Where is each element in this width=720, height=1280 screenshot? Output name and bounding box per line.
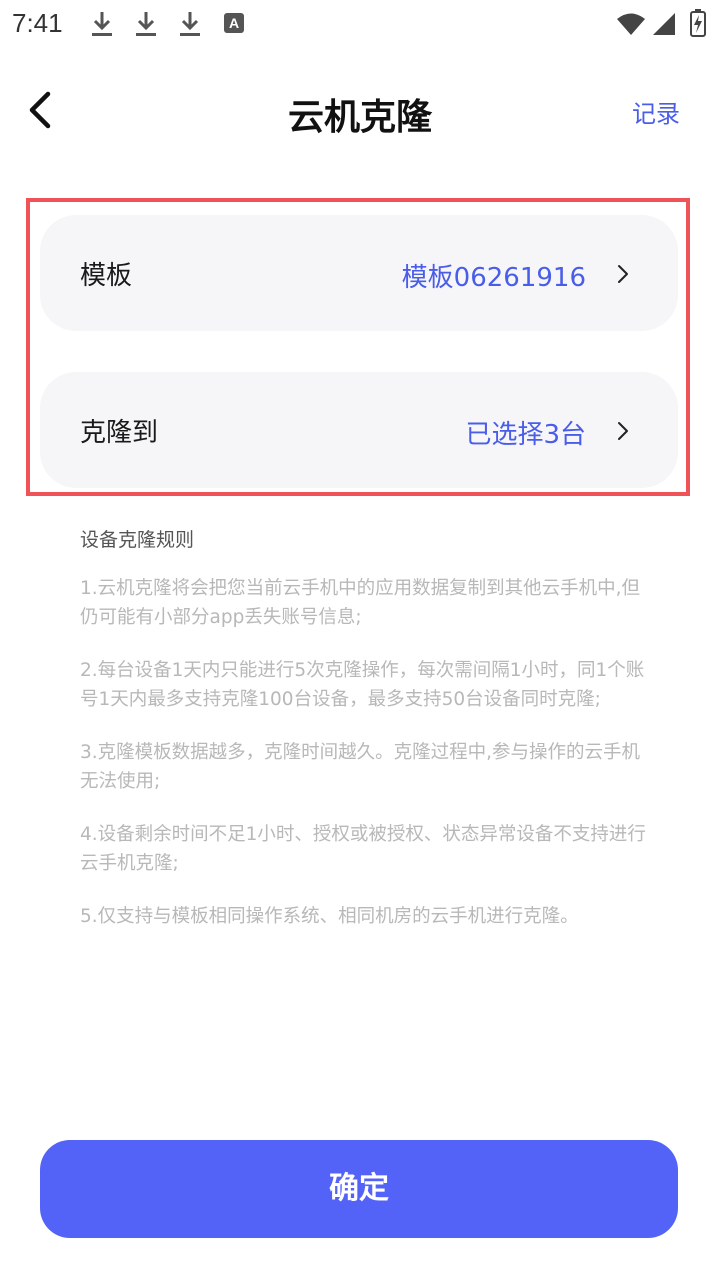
wifi-icon <box>617 13 645 35</box>
battery-charging-icon <box>690 9 706 37</box>
a-notification-icon: A <box>224 13 244 33</box>
template-row[interactable]: 模板 模板06261916 <box>40 215 678 331</box>
chevron-right-icon <box>618 265 628 283</box>
template-label: 模板 <box>80 261 133 291</box>
clone-to-label: 克隆到 <box>80 418 159 448</box>
rule-item: 5.仅支持与模板相同操作系统、相同机房的云手机进行克隆。 <box>80 906 579 927</box>
download-icon <box>136 12 156 36</box>
page-title: 云机克隆 <box>287 97 432 138</box>
rule-item: 1.云机克隆将会把您当前云手机中的应用数据复制到其他云手机中,但仍可能有小部分a… <box>80 578 641 628</box>
download-icon <box>180 12 200 36</box>
template-value: 模板06261916 <box>401 263 586 293</box>
rule-item: 4.设备剩余时间不足1小时、授权或被授权、状态异常设备不支持进行云手机克隆; <box>80 824 646 874</box>
clone-to-value: 已选择3台 <box>465 420 586 450</box>
rules-title: 设备克隆规则 <box>80 529 195 551</box>
confirm-button[interactable]: 确定 <box>40 1140 678 1238</box>
chevron-right-icon <box>618 422 628 440</box>
rule-item: 3.克隆模板数据越多，克隆时间越久。克隆过程中,参与操作的云手机无法使用; <box>80 742 641 792</box>
rule-item: 2.每台设备1天内只能进行5次克隆操作，每次需间隔1小时，同1个账号1天内最多支… <box>80 660 645 710</box>
download-icon <box>92 12 112 36</box>
status-bar: 7:41 A <box>0 0 720 50</box>
status-time: 7:41 <box>12 8 63 38</box>
records-link[interactable]: 记录 <box>632 94 680 129</box>
clone-to-row[interactable]: 克隆到 已选择3台 <box>40 372 678 488</box>
clone-rules: 设备克隆规则 1.云机克隆将会把您当前云手机中的应用数据复制到其他云手机中,但仍… <box>80 526 650 955</box>
header: 云机克隆 记录 <box>0 60 720 160</box>
signal-icon <box>653 13 675 35</box>
